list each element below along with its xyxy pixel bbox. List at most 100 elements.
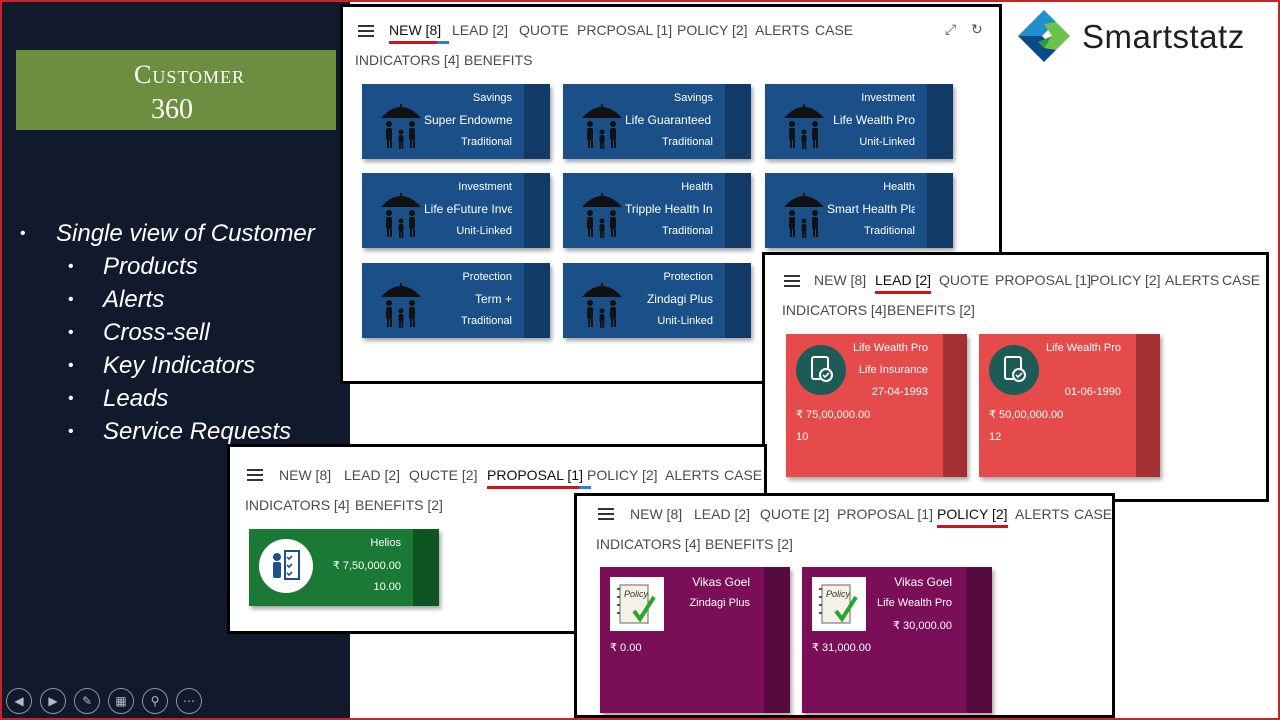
tab-lead[interactable]: LEAD [2] [344,467,400,483]
tab-proposal[interactable]: PRCPOSAL [1] [577,22,672,38]
panel-policies: NEW [8] LEAD [2] QUOTE [2] PROPOSAL [1] … [574,493,1115,718]
lead-category: Life Insurance [858,364,928,376]
tab-policy[interactable]: POLICY [2] [677,22,748,38]
tab-indicators[interactable]: INDICATORS [4] [245,497,350,513]
lead-document-icon [796,345,846,395]
lead-date: 01-06-1990 [1064,386,1121,398]
tab-indicators[interactable]: INDICATORS [4] [355,52,460,68]
refresh-icon[interactable]: ↻ [971,21,983,38]
product-card[interactable]: Protection Zindagi Plus Unit-Linked [563,263,751,338]
expand-icon[interactable]: ⤢ [945,21,956,38]
tab-alerts[interactable]: ALERTS [755,22,809,38]
product-category: Health [883,181,915,193]
policy-premium: ₹ 30,000.00 [893,620,952,632]
product-card[interactable]: Savings Life Guaranteed I Traditional [563,84,751,159]
product-category: Investment [458,181,512,193]
product-card[interactable]: Protection Term + Traditional [362,263,550,338]
menu-icon[interactable] [598,508,614,520]
lead-product: Life Wealth Pro [852,342,928,354]
bullet-sub-text: Key Indicators [103,352,256,379]
tab-alerts[interactable]: ALERTS [665,467,719,483]
tab-lead[interactable]: LEAD [2] [694,506,750,522]
policy-card[interactable]: Policy Vikas Goel Life Wealth Pro ₹ 30,0… [802,567,992,713]
lead-count: 10 [796,431,809,443]
family-umbrella-icon [580,275,624,336]
tab-benefits[interactable]: BENEFITS [2] [705,536,793,552]
proposal-card[interactable]: Helios ₹ 7,50,000.00 10.00 [249,529,439,606]
product-type: Traditional [662,225,713,237]
tab-case[interactable]: CASE [1222,272,1260,288]
bullet-sub-text: Alerts [103,286,165,313]
product-type: Traditional [864,225,915,237]
tab-proposal[interactable]: PROPOSAL [1] [995,272,1091,288]
presentation-toolbar: ◀ ▶ ✎ ▦ ⚲ ⋯ [6,688,202,714]
panel-leads: NEW [8] LEAD [2] QUOTE PROPOSAL [1] POLI… [762,252,1269,502]
bullet-sub-text: Cross-sell [103,319,210,346]
slides-grid-icon[interactable]: ▦ [108,688,134,714]
product-card[interactable]: Investment Life eFuture Inve Unit-Linked [362,173,550,248]
pen-icon[interactable]: ✎ [74,688,100,714]
product-card[interactable]: Health Tripple Health Ins Traditional [563,173,751,248]
more-options-icon[interactable]: ⋯ [176,688,202,714]
tab-benefits[interactable]: BENEFITS [2] [355,497,443,513]
lead-amount: ₹ 75,00,000.00 [796,409,871,421]
tab-quote[interactable]: QUOTE [2] [760,506,829,522]
tab-case[interactable]: CASE [724,467,762,483]
zoom-icon[interactable]: ⚲ [142,688,168,714]
previous-slide-icon[interactable]: ◀ [6,688,32,714]
product-name: Life Wealth Pro [833,113,915,127]
proposal-value: 10.00 [373,581,401,593]
lead-document-icon [989,345,1039,395]
tab-case[interactable]: CASE [815,22,853,38]
tab-new[interactable]: NEW [8] [279,467,331,483]
product-name: Zindagi Plus [646,292,713,306]
tab-indicators[interactable]: INDICATORS [4] [596,536,701,552]
policy-amount: ₹ 0.00 [610,642,642,654]
tab-quote[interactable]: QUCTE [2] [409,467,477,483]
tab-policy[interactable]: POLICY [2] [1090,272,1161,288]
policy-document-icon: Policy [812,577,866,631]
proposal-name: Helios [370,537,401,549]
policy-holder: Vikas Goel [894,575,952,589]
product-category: Savings [472,92,512,104]
lead-card[interactable]: Life Wealth Pro 01-06-1990 ₹ 50,00,000.0… [979,334,1160,477]
logo-text: Smartstatz [1082,18,1245,55]
tab-benefits[interactable]: BENEFITS [2] [887,302,975,318]
policy-card[interactable]: Policy Vikas Goel Zindagi Plus ₹ 0.00 [600,567,790,713]
product-card[interactable]: Savings Super Endowmer Traditional [362,84,550,159]
tab-new[interactable]: NEW [8] [814,272,866,288]
family-umbrella-icon [782,96,826,157]
menu-icon[interactable] [358,25,374,37]
tab-quote[interactable]: QUOTE [519,22,569,38]
policy-badge-text: Policy [624,589,649,599]
policy-amount: ₹ 31,000.00 [812,642,871,654]
tab-policy[interactable]: POLICY [2] [587,467,658,483]
tab-indicators[interactable]: INDICATORS [4] [782,302,887,318]
tab-proposal[interactable]: PROPOSAL [1] [837,506,933,522]
tab-new[interactable]: NEW [8] [389,22,450,44]
product-card[interactable]: Health Smart Health Plai Traditional [765,173,953,248]
next-slide-icon[interactable]: ▶ [40,688,66,714]
tab-new[interactable]: NEW [8] [630,506,682,522]
lead-card[interactable]: Life Wealth Pro Life Insurance 27-04-199… [786,334,967,477]
lead-count: 12 [989,431,1002,443]
product-card[interactable]: Investment Life Wealth Pro Unit-Linked [765,84,953,159]
family-umbrella-icon [580,185,624,246]
tab-quote[interactable]: QUOTE [939,272,989,288]
tab-benefits[interactable]: BENEFITS [464,52,532,68]
bullet-sub-text: Service Requests [103,418,292,445]
tab-alerts[interactable]: ALERTS [1015,506,1069,522]
tab-policy[interactable]: POLICY [2] [937,506,1008,528]
menu-icon[interactable] [784,275,800,287]
tab-lead[interactable]: LEAD [2] [875,272,932,294]
menu-icon[interactable] [247,469,263,481]
tab-lead[interactable]: LEAD [2] [452,22,508,38]
product-type: Unit-Linked [456,225,512,237]
tab-alerts[interactable]: ALERTS [1165,272,1219,288]
tab-proposal[interactable]: PROPOSAL [1] [487,467,591,489]
slide-title-line1: Customer [134,60,246,89]
tab-case[interactable]: CASE [1074,506,1112,522]
product-name: Tripple Health Ins [625,202,713,216]
product-name: Smart Health Plai [827,202,915,216]
product-name: Term + [474,292,512,306]
